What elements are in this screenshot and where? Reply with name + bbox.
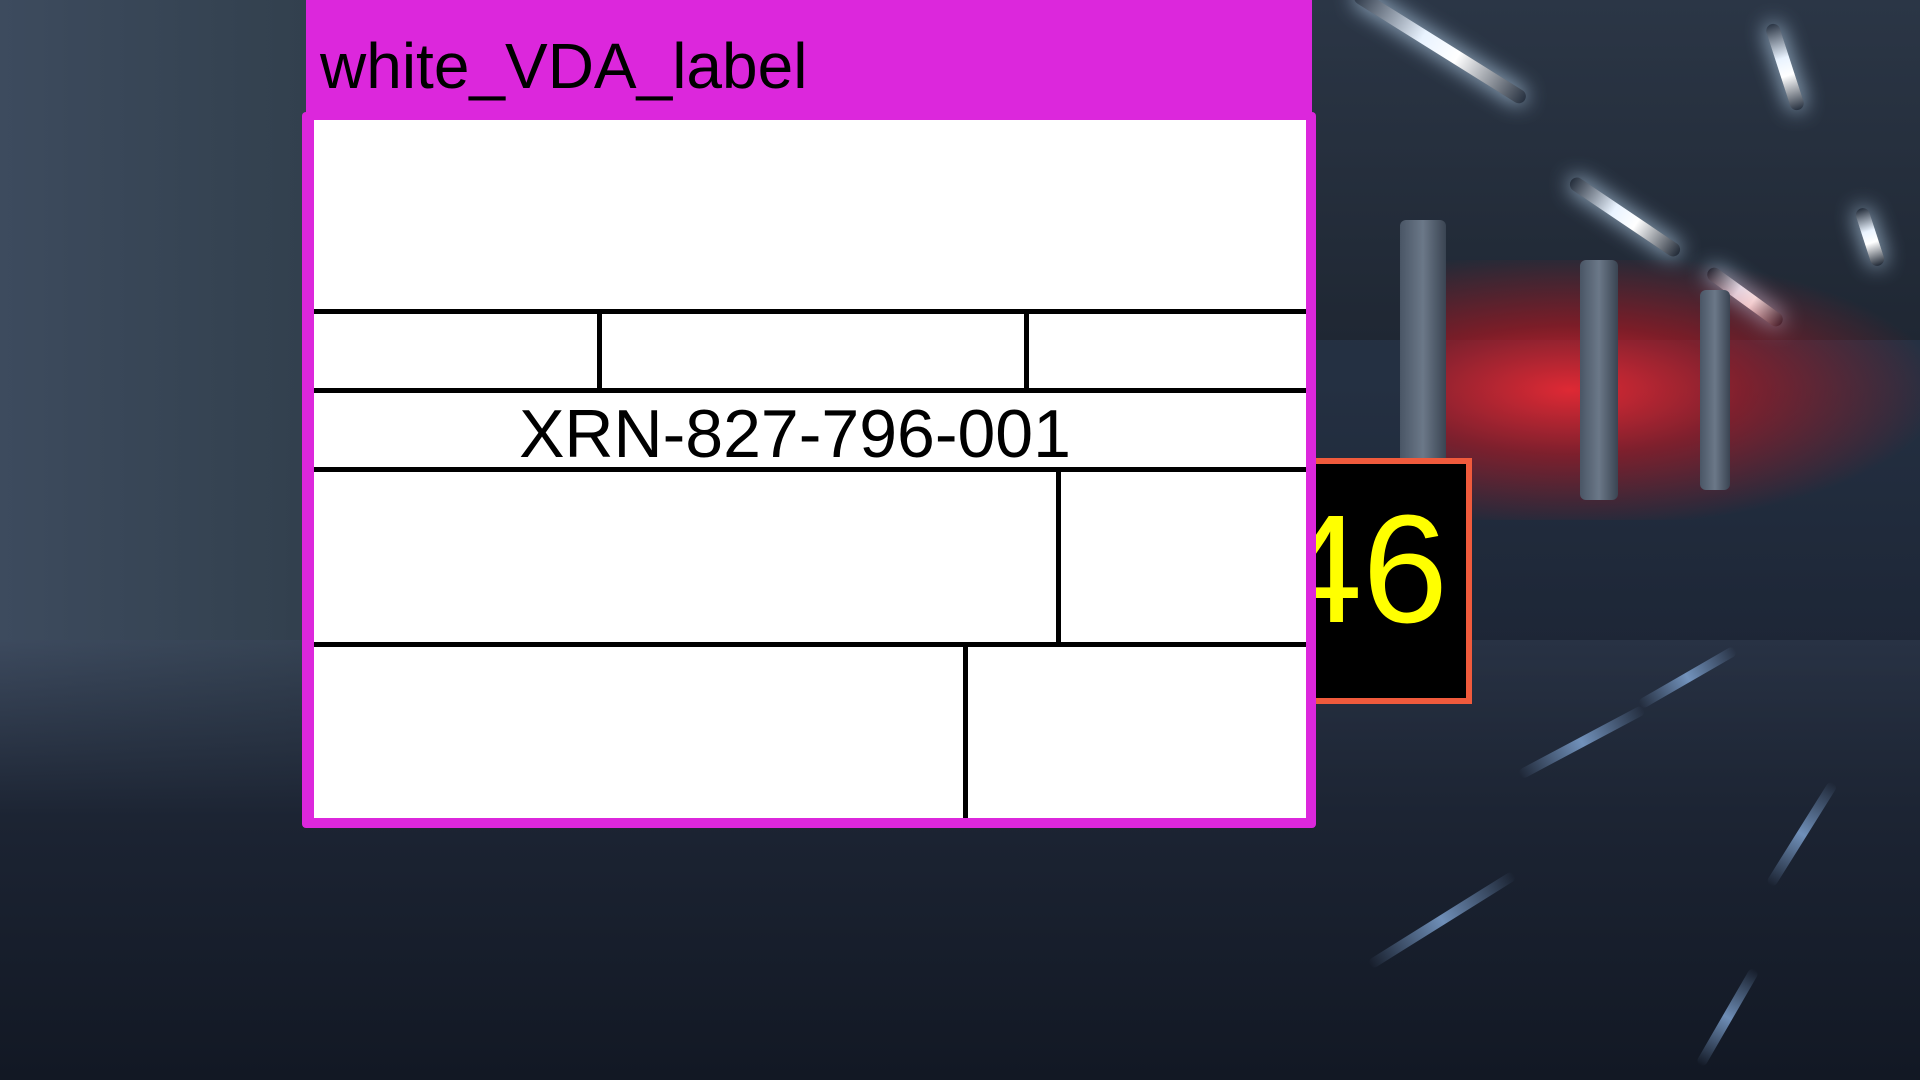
tunnel-pillar xyxy=(1580,260,1618,500)
label-divider xyxy=(314,642,1306,647)
vda-label[interactable]: XRN-827-796-001 xyxy=(314,120,1306,818)
label-divider xyxy=(963,642,968,818)
label-divider xyxy=(1024,309,1029,393)
panel-header[interactable]: white_VDA_label xyxy=(306,0,1312,118)
label-divider xyxy=(314,388,1306,393)
label-divider xyxy=(1056,467,1061,647)
part-number: XRN-827-796-001 xyxy=(519,396,1071,472)
red-light-glow xyxy=(1420,260,1920,520)
label-divider xyxy=(597,309,602,393)
label-divider xyxy=(314,309,1306,314)
panel-title: white_VDA_label xyxy=(320,30,808,102)
tunnel-pillar xyxy=(1700,290,1730,490)
